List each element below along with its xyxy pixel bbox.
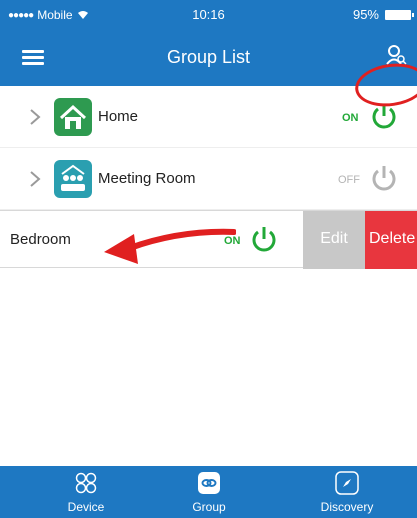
battery-area: 95% <box>352 7 414 22</box>
status-bar: ●●●●● Mobile 10:16 95% <box>0 0 417 30</box>
tab-device[interactable]: Device <box>36 466 136 518</box>
tab-discovery[interactable]: Discovery <box>297 466 397 518</box>
house-icon <box>54 98 92 136</box>
group-label-home: Home <box>98 108 139 125</box>
people-icon <box>54 160 92 198</box>
compass-icon <box>335 471 359 495</box>
chevron-right-icon[interactable] <box>28 170 42 188</box>
phone-screen: ●●●●● Mobile 10:16 95% Group List Home O… <box>0 0 417 518</box>
group-row-meeting-room[interactable]: Meeting Room OFF <box>0 148 417 210</box>
battery-icon <box>385 9 414 20</box>
tab-label-group: Group <box>192 500 226 514</box>
delete-button[interactable]: Delete <box>365 211 417 269</box>
state-label-home: ON <box>342 112 359 124</box>
power-off-icon[interactable] <box>370 164 398 192</box>
nav-bar: Group List <box>0 30 417 86</box>
chevron-right-icon[interactable] <box>28 108 42 126</box>
tab-group[interactable]: Group <box>159 466 259 518</box>
battery-percent: 95% <box>352 7 379 22</box>
group-link-icon <box>198 472 220 494</box>
grid-circles-icon <box>75 472 97 494</box>
group-label-meeting-room: Meeting Room <box>98 170 196 187</box>
power-on-icon[interactable] <box>250 225 278 253</box>
swipe-left-arrow-icon <box>104 228 236 264</box>
tab-bar: Device Group Discovery <box>0 466 417 518</box>
group-label-bedroom: Bedroom <box>10 231 71 248</box>
tab-label-discovery: Discovery <box>320 500 374 514</box>
tab-label-device: Device <box>67 500 105 514</box>
state-label-meeting-room: OFF <box>338 174 360 186</box>
group-row-home[interactable]: Home ON <box>0 86 417 148</box>
page-title: Group List <box>166 47 251 67</box>
edit-button[interactable]: Edit <box>303 211 365 269</box>
